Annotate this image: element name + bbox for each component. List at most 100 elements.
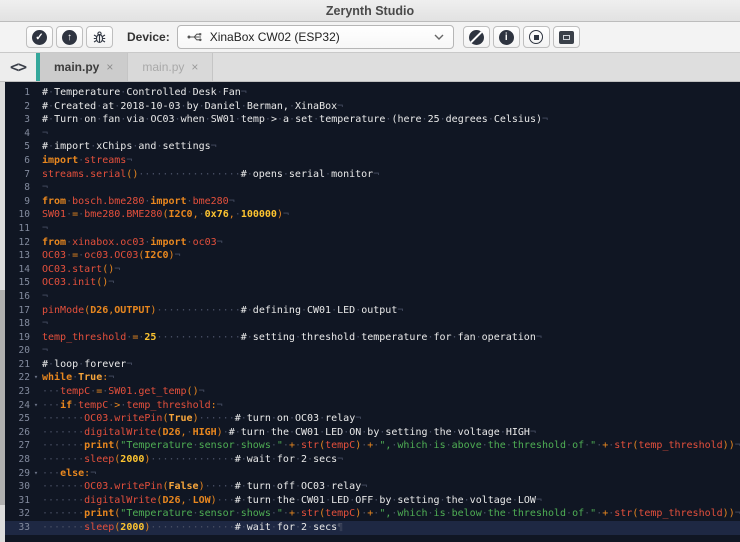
- code-line-22[interactable]: 22 ▾ while·True:¬: [0, 371, 740, 385]
- token-keyword: HIGH: [192, 426, 217, 438]
- token-comment: for: [276, 454, 295, 466]
- code-line-26[interactable]: 26 ·······digitalWrite(D26,·HIGH)·#·turn·…: [0, 426, 740, 440]
- code-line-28[interactable]: 28 ·······sleep(2000)··············#·wait…: [0, 453, 740, 467]
- tab-main-py-inactive[interactable]: main.py ×: [127, 53, 214, 81]
- debug-button[interactable]: [86, 26, 113, 48]
- fold-marker-icon[interactable]: ▾: [30, 371, 42, 385]
- stop-circle-icon: [529, 30, 544, 44]
- code-editor[interactable]: 1 #·Temperature·Controlled·Desk·Fan¬ 2 #·Cr…: [0, 82, 740, 542]
- token-keyword: I2C0: [144, 250, 169, 262]
- code-line-3[interactable]: 3 #·Turn·on·fan·via·OC03·when·SW01·temp·>…: [0, 113, 740, 127]
- code-line-30[interactable]: 30 ·······OC03.writePin(False)·····#·turn…: [0, 480, 740, 494]
- device-select[interactable]: XinaBox CW02 (ESP32): [176, 25, 454, 49]
- code-text: ·······OC03.writePin(False)·····#·turn·o…: [42, 480, 740, 494]
- code-line-8[interactable]: 8 ¬: [0, 181, 740, 195]
- code-view-toggle[interactable]: <>: [0, 53, 36, 81]
- token-string: the: [487, 508, 506, 520]
- fold-marker-icon[interactable]: ▾: [30, 467, 42, 481]
- bug-icon: [92, 30, 107, 45]
- code-line-13[interactable]: 13 OC03·=·oc03.OC03(I2C0)¬: [0, 249, 740, 263]
- token-comment: turn: [246, 481, 271, 493]
- token-string: "Temperature: [120, 440, 193, 452]
- token-keyword: from: [42, 236, 67, 248]
- code-line-18[interactable]: 18 ¬: [0, 317, 740, 331]
- code-line-21[interactable]: 21 #·loop·forever¬: [0, 358, 740, 372]
- code-line-1[interactable]: 1 #·Temperature·Controlled·Desk·Fan¬: [0, 86, 740, 100]
- utility-button-group: i: [462, 26, 580, 48]
- fold-marker-icon[interactable]: ▾: [30, 399, 42, 413]
- token-operator: (): [126, 168, 139, 180]
- token-string: is: [433, 508, 446, 520]
- token-comment: by: [379, 494, 392, 506]
- token-comment: CW01: [307, 304, 332, 316]
- info-button[interactable]: i: [492, 26, 520, 48]
- whitespace-dots: ·······: [42, 440, 85, 452]
- close-icon[interactable]: ×: [191, 60, 198, 74]
- code-line-12[interactable]: 12 from·xinabox.oc03·import·oc03¬: [0, 236, 740, 250]
- token-comment: settings: [162, 141, 211, 153]
- token-comment: on: [276, 413, 289, 425]
- token-comment: Desk: [192, 87, 217, 98]
- token-comment: Fan: [222, 87, 241, 98]
- code-line-31[interactable]: 31 ·······digitalWrite(D26,·LOW)···#·turn…: [0, 494, 740, 508]
- token-identifier: tempC: [325, 508, 356, 520]
- token-identifier: sleep: [84, 454, 115, 466]
- code-line-15[interactable]: 15 OC03.init()¬: [0, 276, 740, 290]
- token-identifier: digitalWrite: [84, 494, 157, 506]
- whitespace-dots: ·····: [204, 481, 235, 493]
- code-line-10[interactable]: 10 SW01·=·bme280.BME280(I2C0,·0x76,·10000…: [0, 208, 740, 222]
- code-line-24[interactable]: 24 ▾ ···if·tempC·>·temp_threshold:¬: [0, 399, 740, 413]
- whitespace-dots: ·······: [42, 522, 85, 533]
- code-line-20[interactable]: 20 ¬: [0, 344, 740, 358]
- code-line-4[interactable]: 4 ¬: [0, 127, 740, 141]
- token-comment: by: [186, 100, 199, 112]
- token-operator: (): [102, 263, 115, 275]
- code-line-17[interactable]: 17 pinMode(D26,OUTPUT)··············#·def…: [0, 304, 740, 318]
- token-comment: OC03: [150, 114, 175, 126]
- code-line-16[interactable]: 16 ¬: [0, 290, 740, 304]
- code-line-7[interactable]: 7 streams.serial()·················#·open…: [0, 168, 740, 182]
- verify-button[interactable]: ✓: [26, 26, 53, 48]
- token-comment: CW01: [301, 494, 326, 506]
- token-comment: Temperature: [54, 87, 121, 98]
- scrollbar-thumb[interactable]: [0, 290, 5, 505]
- token-comment: temperature: [361, 331, 428, 343]
- token-string: above: [451, 440, 482, 452]
- code-line-25[interactable]: 25 ·······OC03.writePin(True)······#·turn…: [0, 412, 740, 426]
- code-text: ···else:¬: [42, 467, 740, 481]
- code-line-23[interactable]: 23 ···tempC·=·SW01.get_temp()¬: [0, 385, 740, 399]
- code-line-5[interactable]: 5 #·import·xChips·and·settings¬: [0, 140, 740, 154]
- help-button[interactable]: [462, 26, 490, 48]
- code-line-11[interactable]: 11 ¬: [0, 222, 740, 236]
- close-icon[interactable]: ×: [106, 60, 113, 74]
- token-comment: import: [54, 141, 91, 153]
- code-line-27[interactable]: 27 ·······print("Temperature·sensor·shows…: [0, 439, 740, 453]
- token-string: the: [487, 440, 506, 452]
- whitespace-dots: ··············: [150, 454, 235, 466]
- code-line-32[interactable]: 32 ·······print("Temperature·sensor·shows…: [0, 507, 740, 521]
- eol-marker: ¬: [90, 467, 97, 479]
- code-line-9[interactable]: 9 from·bosch.bme280·import·bme280¬: [0, 195, 740, 209]
- scrollbar-track[interactable]: [0, 82, 5, 542]
- uplink-button[interactable]: ↑: [56, 26, 83, 48]
- chevron-down-icon: [434, 34, 444, 40]
- console-button[interactable]: [552, 26, 580, 48]
- code-line-6[interactable]: 6 import·streams¬: [0, 154, 740, 168]
- stop-button[interactable]: [522, 26, 550, 48]
- token-comment: output: [361, 304, 398, 316]
- eol-marker: ¬: [42, 345, 49, 357]
- tab-main-py-active[interactable]: main.py ×: [40, 53, 128, 81]
- token-string: which: [397, 508, 428, 520]
- code-line-33[interactable]: 33 ·······sleep(2000)··············#·wait…: [0, 521, 740, 535]
- token-boolean: False: [168, 481, 199, 493]
- code-line-19[interactable]: 19 temp_threshold·=·25··············#·set…: [0, 331, 740, 345]
- code-line-29[interactable]: 29 ▾ ···else:¬: [0, 467, 740, 481]
- token-comment: degrees: [445, 114, 488, 126]
- code-line-14[interactable]: 14 OC03.start()¬: [0, 263, 740, 277]
- code-line-2[interactable]: 2 #·Created·at·2018-10-03·by·Daniel·Berma…: [0, 100, 740, 114]
